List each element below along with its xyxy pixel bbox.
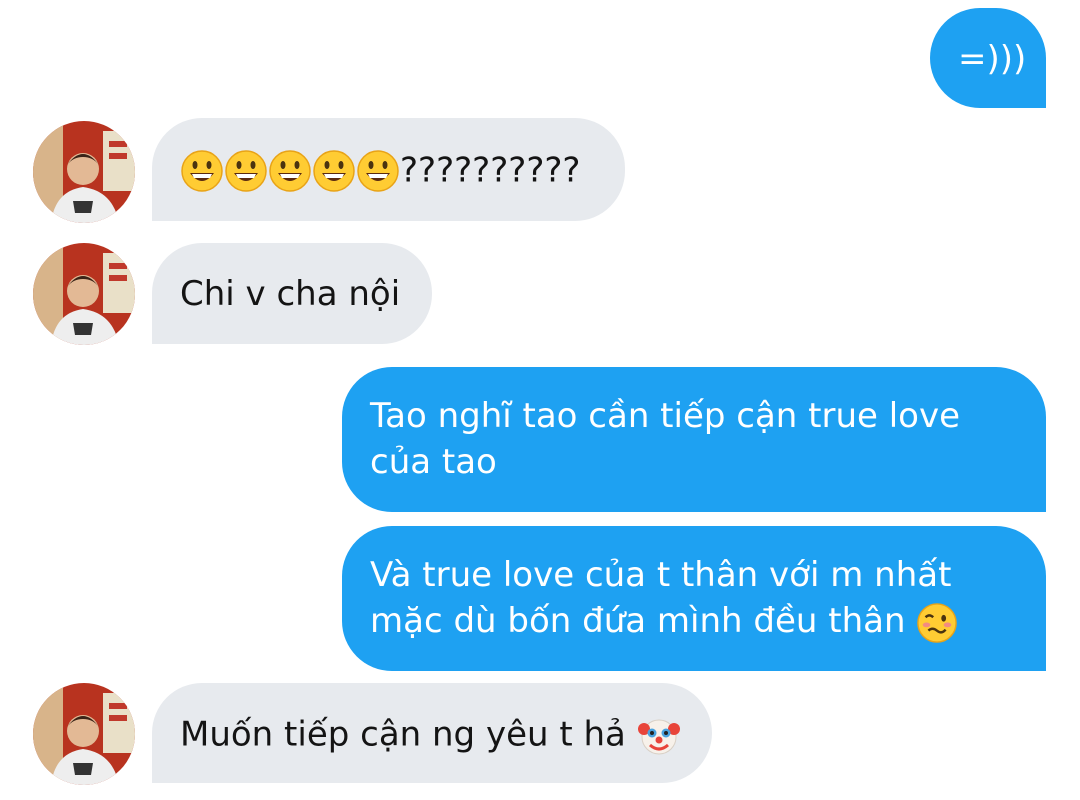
clown-face-icon: [637, 713, 681, 757]
message-text-line: của tao: [370, 442, 497, 482]
message-text: Muốn tiếp cận ng yêu t hả: [180, 714, 626, 755]
message-text-line: mặc dù bốn đứa mình đều thân: [370, 601, 906, 641]
message-bubble-incoming[interactable]: Muốn tiếp cận ng yêu t hả: [152, 683, 712, 783]
avatar[interactable]: [33, 121, 135, 223]
message-text-line: Và true love của t thân với m nhất: [370, 555, 952, 595]
message-text: ??????????: [400, 150, 581, 191]
woozy-face-icon: [916, 602, 958, 644]
avatar[interactable]: [33, 683, 135, 785]
message-bubble-outgoing[interactable]: Tao nghĩ tao cần tiếp cận true love của …: [342, 367, 1046, 512]
avatar-image: [33, 683, 135, 785]
grinning-face-icon: [224, 149, 268, 193]
message-bubble-outgoing[interactable]: =))): [930, 8, 1046, 108]
message-text: =))): [958, 39, 1027, 79]
message-text: Chi v cha nội: [180, 274, 401, 314]
avatar[interactable]: [33, 243, 135, 345]
grinning-face-icon: [180, 149, 224, 193]
message-text-line: Tao nghĩ tao cần tiếp cận true love: [370, 396, 961, 436]
grinning-face-icon: [268, 149, 312, 193]
avatar-image: [33, 121, 135, 223]
message-bubble-incoming[interactable]: Chi v cha nội: [152, 243, 432, 344]
grinning-face-icon: [356, 149, 400, 193]
message-bubble-incoming[interactable]: ??????????: [152, 118, 625, 221]
message-bubble-outgoing[interactable]: Và true love của t thân với m nhất mặc d…: [342, 526, 1046, 671]
avatar-image: [33, 243, 135, 345]
grinning-face-icon: [312, 149, 356, 193]
